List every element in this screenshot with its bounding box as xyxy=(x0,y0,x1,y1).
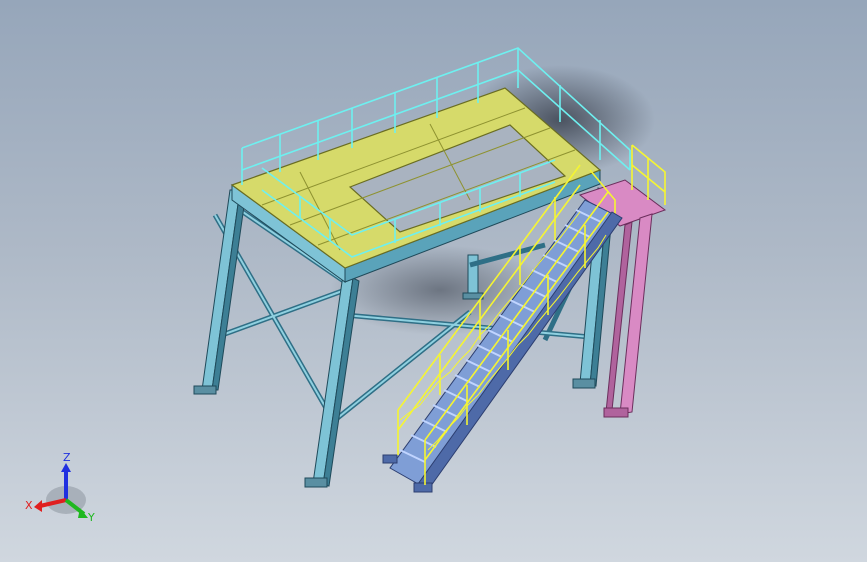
triad-y-label: Y xyxy=(87,511,95,524)
x-arrow-icon xyxy=(34,500,42,512)
z-arrow-icon xyxy=(61,463,71,472)
orientation-triad[interactable]: Z X Y xyxy=(25,451,95,524)
triad-z-label: Z xyxy=(63,451,71,464)
cad-model-viewport[interactable]: Z X Y xyxy=(0,0,867,562)
triad-x-label: X xyxy=(25,499,33,512)
